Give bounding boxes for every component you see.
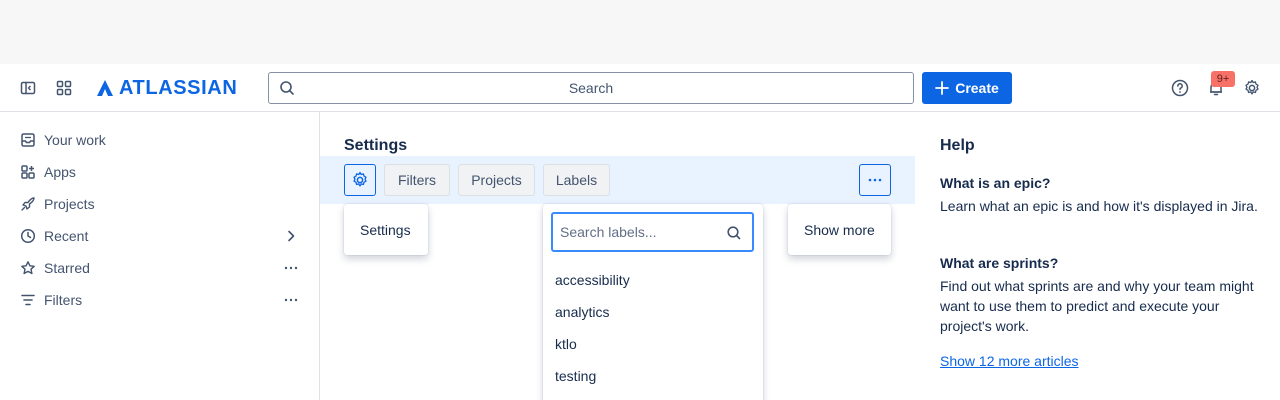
show-more-item[interactable]: Show more	[804, 222, 875, 238]
sidebar: Your work Apps Projects Recent Starred F…	[0, 112, 320, 400]
help-icon[interactable]	[1168, 76, 1192, 100]
help-title: Help	[940, 137, 975, 154]
label-search-input[interactable]	[553, 214, 752, 250]
sidebar-item-filters[interactable]: Filters	[0, 284, 319, 316]
brand-name: ATLASSIAN	[119, 76, 238, 99]
gear-icon	[353, 171, 367, 187]
sidebar-item-label: Your work	[44, 132, 106, 148]
filters-button[interactable]: Filters	[384, 164, 450, 196]
search-input[interactable]	[269, 73, 913, 103]
sidebar-item-label: Apps	[44, 164, 76, 180]
top-blank-area	[0, 0, 1280, 64]
help-panel: Help What is an epic? Learn what an epic…	[916, 112, 1280, 400]
rocket-icon	[20, 196, 36, 212]
settings-gear-icon[interactable]	[1240, 76, 1264, 100]
help-article-title[interactable]: What is an epic?	[940, 175, 1050, 191]
inbox-icon	[20, 132, 36, 148]
main-content: Settings Filters Projects Labels Setting…	[320, 112, 915, 400]
clock-icon	[20, 228, 36, 244]
atlassian-mark-icon	[97, 80, 113, 96]
label-search-field[interactable]	[551, 212, 754, 252]
sidebar-toggle-icon[interactable]	[16, 76, 40, 100]
page-title: Settings	[344, 137, 408, 154]
app-switcher-icon[interactable]	[52, 76, 76, 100]
label-option[interactable]: accessibility	[555, 272, 630, 288]
plus-icon	[935, 81, 950, 95]
settings-popup-item[interactable]: Settings	[360, 222, 411, 238]
more-options-icon[interactable]	[283, 292, 299, 308]
search-icon	[726, 225, 742, 241]
sidebar-item-starred[interactable]: Starred	[0, 252, 319, 284]
sidebar-item-your-work[interactable]: Your work	[0, 124, 319, 156]
more-options-icon[interactable]	[283, 260, 299, 276]
top-navigation: ATLASSIAN Create 9+	[0, 64, 1280, 112]
label-option[interactable]: analytics	[555, 304, 609, 320]
chevron-right-icon[interactable]	[283, 228, 299, 244]
sidebar-item-label: Recent	[44, 228, 89, 244]
notification-count-badge: 9+	[1211, 71, 1235, 87]
sidebar-item-recent[interactable]: Recent	[0, 220, 319, 252]
more-actions-button[interactable]	[859, 164, 891, 196]
filter-icon	[20, 292, 36, 308]
more-options-icon	[868, 178, 882, 182]
search-box[interactable]	[268, 72, 914, 104]
labels-button[interactable]: Labels	[543, 164, 610, 196]
create-button[interactable]: Create	[922, 72, 1012, 104]
label-option[interactable]: ktlo	[555, 336, 577, 352]
sidebar-item-label: Starred	[44, 260, 90, 276]
label-option[interactable]: testing	[555, 368, 596, 384]
star-icon	[20, 260, 36, 276]
settings-popup: Settings	[344, 204, 428, 255]
toolbar: Filters Projects Labels	[320, 156, 915, 204]
sidebar-item-projects[interactable]: Projects	[0, 188, 319, 220]
apps-icon	[20, 164, 36, 180]
settings-button[interactable]	[344, 164, 376, 196]
sidebar-item-apps[interactable]: Apps	[0, 156, 319, 188]
help-article-title[interactable]: What are sprints?	[940, 255, 1058, 271]
help-article-summary: Find out what sprints are and why your t…	[940, 278, 1254, 334]
help-article-summary: Learn what an epic is and how it's displ…	[940, 198, 1258, 214]
atlassian-logo[interactable]: ATLASSIAN	[96, 76, 237, 100]
sidebar-item-label: Projects	[44, 196, 95, 212]
show-more-articles-link[interactable]: Show 12 more articles	[940, 353, 1079, 369]
labels-dropdown: accessibility analytics ktlo testing	[543, 204, 763, 400]
show-more-popup: Show more	[788, 204, 891, 255]
projects-button[interactable]: Projects	[458, 164, 535, 196]
create-label: Create	[955, 80, 999, 96]
sidebar-item-label: Filters	[44, 292, 83, 308]
